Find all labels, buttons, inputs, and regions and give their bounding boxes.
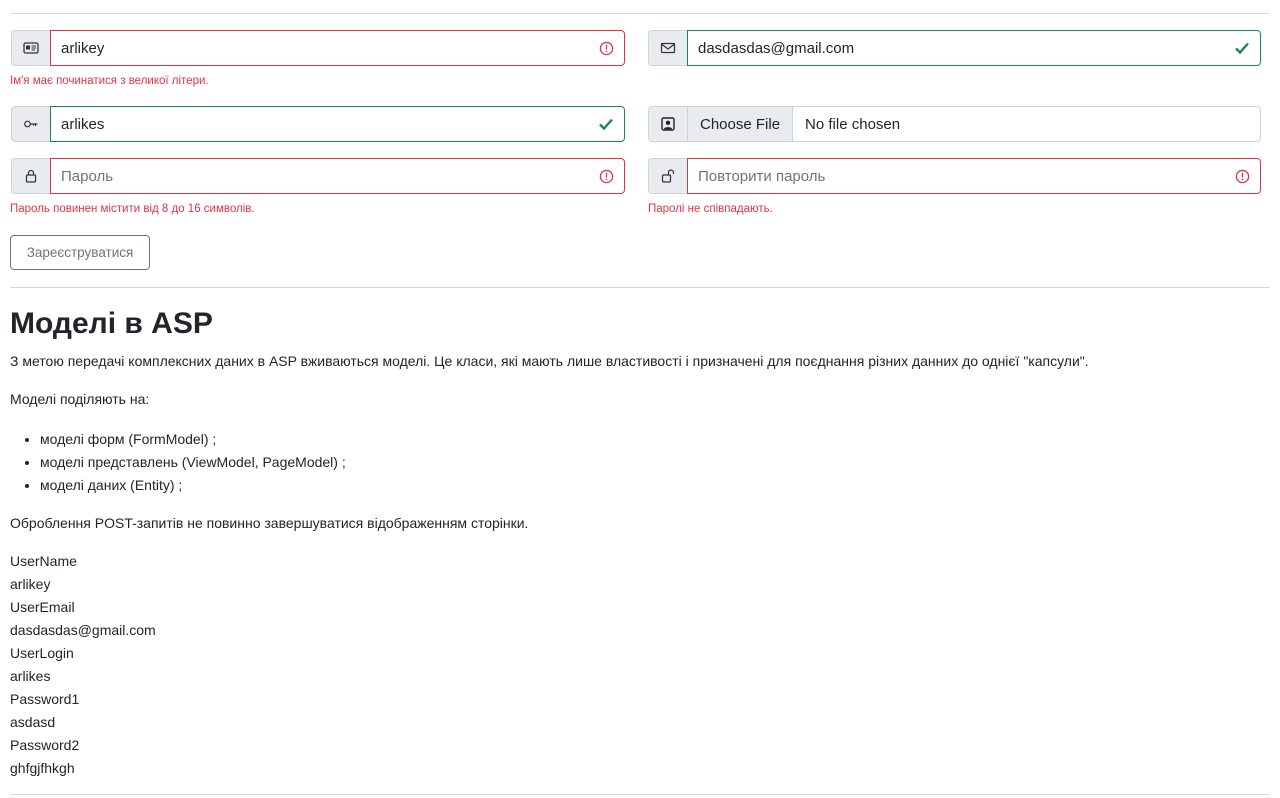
login-field: arlikes — [11, 106, 625, 142]
file-status: No file chosen — [805, 115, 901, 133]
password-repeat-error: Паролі не співпадають. — [648, 203, 773, 215]
valid-check-icon — [1234, 40, 1250, 56]
article-title: Моделі в ASP — [10, 307, 213, 340]
person-square-icon — [648, 106, 687, 142]
output-label: Password2 — [10, 737, 80, 753]
output-value: ghfgjfhkgh — [10, 760, 75, 776]
list-item: моделі представлень (ViewModel, PageMode… — [40, 451, 346, 474]
invalid-icon — [1234, 168, 1250, 184]
username-value: arlikey — [61, 39, 105, 57]
password-field: Пароль — [11, 158, 625, 194]
email-field: dasdasdas@gmail.com — [648, 30, 1261, 66]
output-label: Password1 — [10, 691, 80, 707]
envelope-icon — [648, 30, 687, 66]
login-input[interactable]: arlikes — [50, 106, 625, 142]
output-value: arlikey — [10, 576, 51, 592]
list-item: моделі даних (Entity) ; — [40, 474, 346, 497]
output-label: UserName — [10, 553, 77, 569]
password-repeat-field: Повторити пароль — [648, 158, 1261, 194]
submitted-values: UserName arlikey UserEmail dasdasdas@gma… — [10, 550, 156, 780]
lock-icon — [11, 158, 50, 194]
output-value: arlikes — [10, 668, 51, 684]
output-value: dasdasdas@gmail.com — [10, 622, 156, 638]
password-error: Пароль повинен містити від 8 до 16 симво… — [10, 203, 255, 215]
password-input[interactable]: Пароль — [50, 158, 625, 194]
bottom-divider — [10, 794, 1270, 795]
file-input[interactable]: Choose File No file chosen — [687, 106, 1261, 142]
password-repeat-placeholder: Повторити пароль — [698, 167, 826, 185]
username-field: arlikey — [11, 30, 625, 66]
login-value: arlikes — [61, 115, 105, 133]
invalid-icon — [598, 168, 614, 184]
output-label: UserEmail — [10, 599, 75, 615]
email-input[interactable]: dasdasdas@gmail.com — [687, 30, 1261, 66]
model-types-list: моделі форм (FormModel) ; моделі предста… — [10, 428, 346, 497]
key-icon — [11, 106, 50, 142]
username-error: Ім'я має починатися з великої літери. — [10, 75, 209, 87]
section-divider — [10, 287, 1270, 288]
id-card-icon — [11, 30, 50, 66]
article-intro: З метою передачі комплексних даних в ASP… — [10, 353, 1089, 369]
article-note: Оброблення POST-запитів не повинно завер… — [10, 515, 529, 531]
top-divider — [10, 13, 1270, 14]
register-button[interactable]: Зареєструватися — [10, 235, 150, 270]
email-value: dasdasdas@gmail.com — [698, 39, 855, 57]
valid-check-icon — [598, 116, 614, 132]
output-value: asdasd — [10, 714, 56, 730]
invalid-icon — [598, 40, 614, 56]
output-label: UserLogin — [10, 645, 74, 661]
article-division: Моделі поділяють на: — [10, 391, 150, 407]
username-input[interactable]: arlikey — [50, 30, 625, 66]
choose-file-button[interactable]: Choose File — [688, 107, 794, 141]
list-item: моделі форм (FormModel) ; — [40, 428, 346, 451]
password-placeholder: Пароль — [61, 167, 114, 185]
unlock-icon — [648, 158, 687, 194]
avatar-file-field: Choose File No file chosen — [648, 106, 1261, 142]
password-repeat-input[interactable]: Повторити пароль — [687, 158, 1261, 194]
